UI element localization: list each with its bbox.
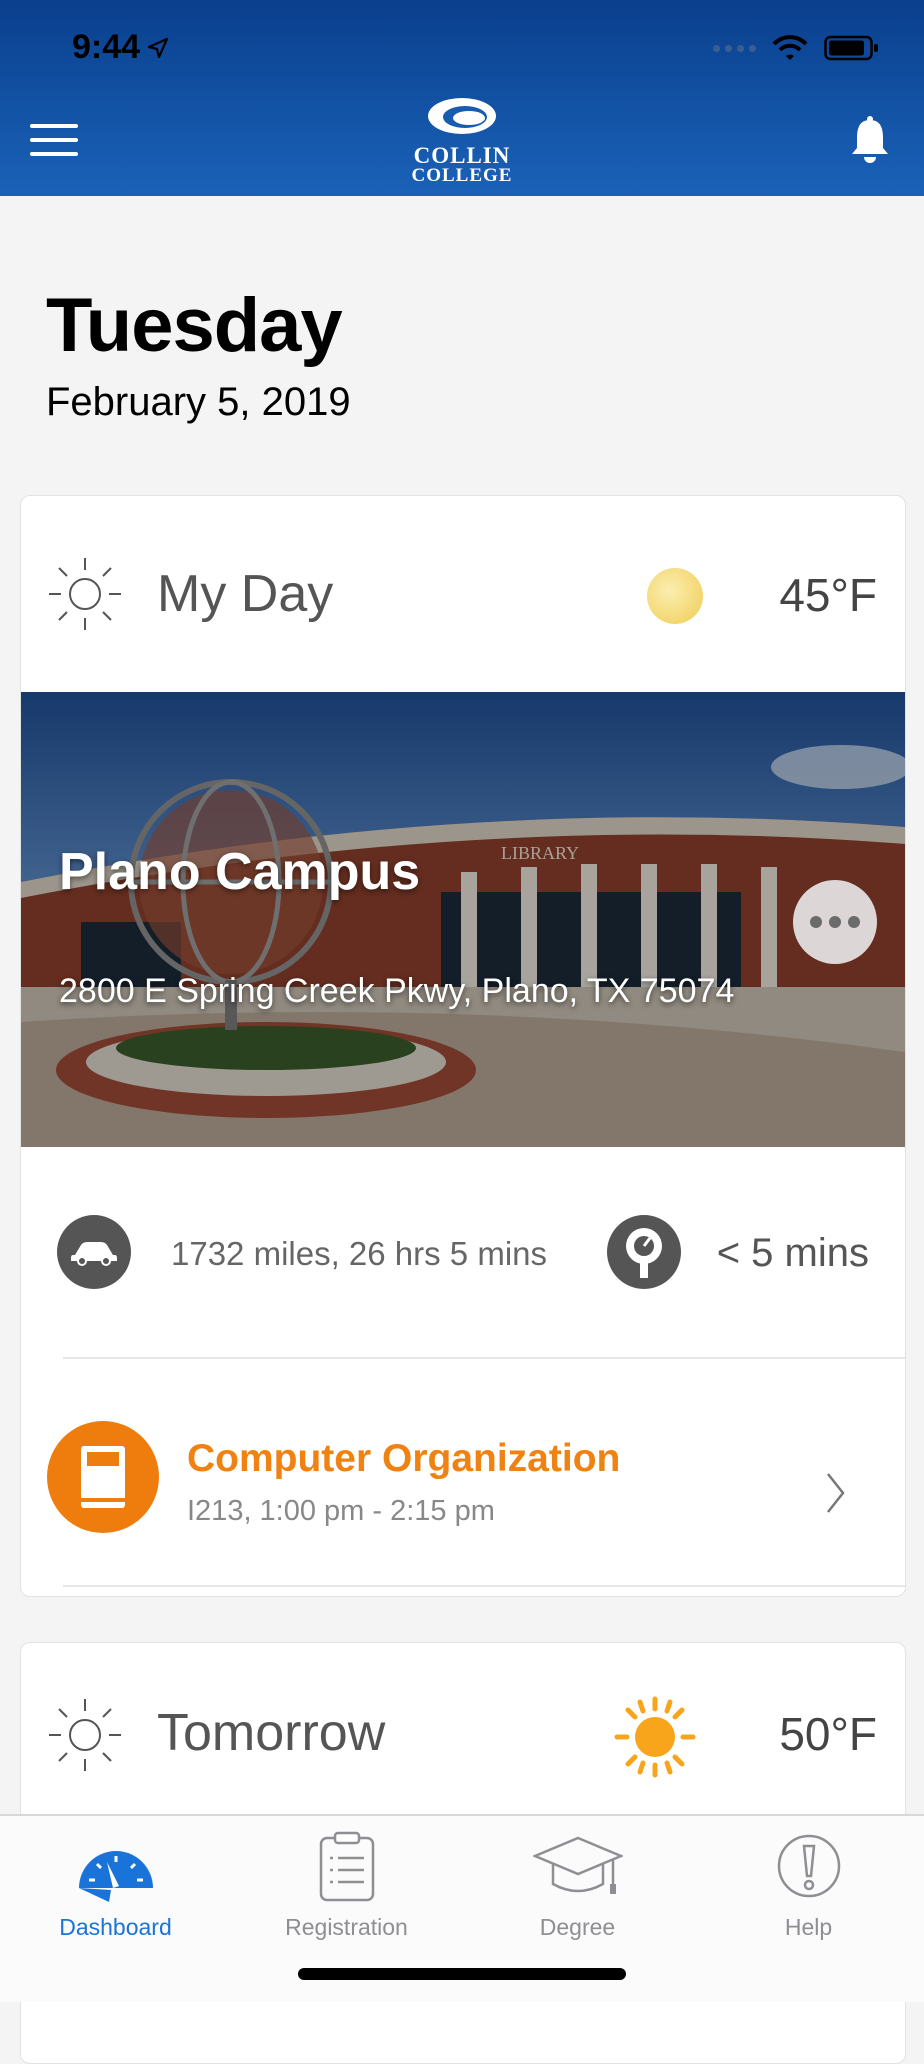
drive-time-text: 1732 miles, 26 hrs 5 mins (171, 1235, 548, 1272)
home-indicator[interactable] (298, 1968, 626, 1980)
tomorrow-temperature: 50°F (779, 1708, 877, 1760)
campus-library-image: LIBRARY (21, 692, 905, 1147)
moon-weather-icon (647, 568, 703, 624)
transit-time-text: < 5 mins (716, 1231, 869, 1275)
clipboard-icon (319, 1831, 374, 1902)
logo-mark-icon (428, 98, 496, 134)
today-temperature: 45°F (779, 569, 877, 621)
my-day-header: My Day 45°F (21, 496, 905, 692)
tab-help[interactable]: Help (693, 1816, 924, 1956)
date-subheading: February 5, 2019 (46, 380, 351, 424)
battery-icon (824, 35, 878, 61)
weekday-heading: Tuesday (46, 283, 343, 368)
app-header: 9:44 COLLIN COLLEGE (0, 0, 924, 196)
tab-registration[interactable]: Registration (231, 1816, 462, 1956)
tab-dashboard[interactable]: Dashboard (0, 1816, 231, 1956)
my-day-title: My Day (157, 565, 334, 623)
wifi-icon (772, 35, 808, 60)
notifications-bell-icon[interactable] (850, 114, 890, 171)
my-day-card: My Day 45°F LIBRARY Plano Campus 2800 E … (20, 495, 906, 1597)
collin-college-logo: COLLIN COLLEGE (395, 96, 529, 185)
row-divider (63, 1585, 905, 1587)
tab-help-label: Help (784, 1914, 833, 1940)
campus-photo[interactable]: LIBRARY Plano Campus 2800 E Spring Creek… (21, 692, 905, 1147)
gauge-icon (78, 1851, 153, 1902)
status-indicators (713, 34, 880, 62)
tab-degree-label: Degree (539, 1914, 616, 1940)
logo-line1: COLLIN (413, 143, 511, 168)
class-name: Computer Organization (187, 1437, 621, 1480)
signal-icon (713, 44, 756, 52)
sunny-weather-icon (614, 1696, 696, 1778)
campus-address: 2800 E Spring Creek Pkwy, Plano, TX 7507… (59, 972, 735, 1010)
transit-stop-icon (607, 1215, 681, 1289)
campus-name: Plano Campus (59, 843, 421, 901)
location-arrow-icon (147, 37, 169, 58)
car-icon (57, 1215, 131, 1289)
travel-info-row: 1732 miles, 26 hrs 5 mins < 5 mins (21, 1147, 905, 1359)
tab-registration-label: Registration (285, 1914, 408, 1940)
hamburger-menu-button[interactable] (30, 124, 78, 156)
graduation-cap-icon (532, 1836, 623, 1894)
more-options-button[interactable] (793, 880, 877, 964)
logo-line2: COLLEGE (411, 165, 513, 186)
tomorrow-title: Tomorrow (157, 1704, 386, 1762)
class-list-item[interactable]: Computer Organization I213, 1:00 pm - 2:… (21, 1357, 905, 1587)
status-time-text: 9:44 (72, 28, 141, 66)
chevron-right-icon (827, 1473, 845, 1513)
status-time: 9:44 (72, 28, 170, 67)
sun-outline-icon (49, 558, 121, 630)
class-details: I213, 1:00 pm - 2:15 pm (187, 1495, 495, 1527)
tab-degree[interactable]: Degree (462, 1816, 693, 1956)
book-icon (47, 1421, 159, 1533)
sun-outline-icon (49, 1699, 121, 1771)
tab-dashboard-label: Dashboard (59, 1914, 172, 1940)
exclamation-icon (777, 1834, 840, 1898)
